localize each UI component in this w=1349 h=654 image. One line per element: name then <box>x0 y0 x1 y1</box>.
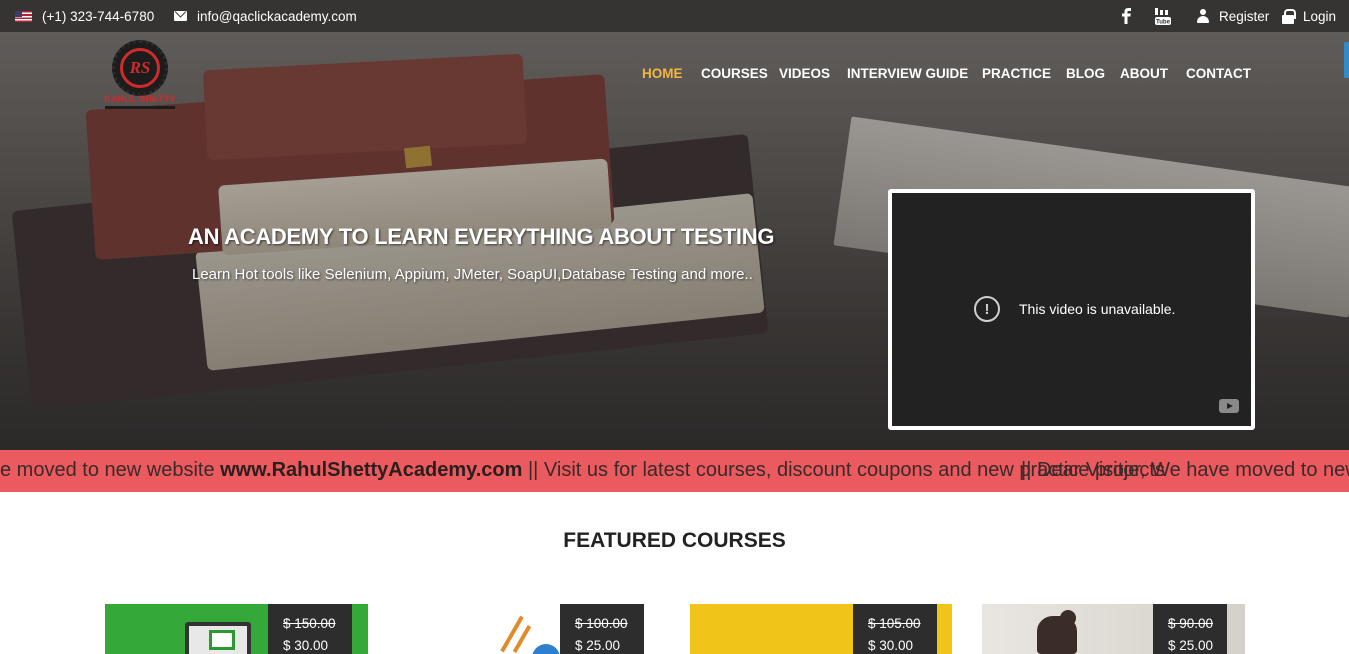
nav-interview-guide[interactable]: INTERVIEW GUIDE <box>847 66 968 84</box>
site-logo[interactable]: RS RAHUL SHETTY <box>103 40 177 112</box>
envelope-icon <box>174 0 187 32</box>
nav-contact[interactable]: CONTACT <box>1186 66 1251 84</box>
course-card[interactable]: $ 105.00 $ 30.00 <box>690 604 952 654</box>
course-card[interactable]: $ 100.00 $ 25.00 <box>470 604 645 654</box>
current-price: $ 25.00 <box>1168 638 1214 653</box>
video-player[interactable]: ! This video is unavailable. <box>888 189 1255 430</box>
register-link[interactable]: Register <box>1219 0 1269 32</box>
warning-icon: ! <box>974 296 1000 322</box>
course-image <box>470 604 560 654</box>
youtube-icon[interactable]: Tube <box>1155 0 1171 32</box>
video-unavailable-message: This video is unavailable. <box>1019 301 1176 317</box>
marquee-text: e moved to new website www.RahulShettyAc… <box>0 459 1165 481</box>
user-icon <box>1196 0 1210 32</box>
side-tab[interactable] <box>1344 42 1349 78</box>
nav-videos[interactable]: VIDEOS <box>779 66 830 84</box>
price-tag: $ 90.00 $ 25.00 <box>1153 604 1227 654</box>
svg-text:Tube: Tube <box>1156 19 1171 25</box>
us-flag-icon <box>15 0 32 32</box>
price-tag: $ 100.00 $ 25.00 <box>560 604 644 654</box>
old-price: $ 150.00 <box>283 616 336 631</box>
youtube-logo-icon[interactable] <box>1219 399 1239 413</box>
nav-blog[interactable]: BLOG <box>1066 66 1105 84</box>
nav-home[interactable]: HOME <box>642 66 683 84</box>
old-price: $ 100.00 <box>575 616 628 631</box>
nav-practice[interactable]: PRACTICE <box>982 66 1051 84</box>
current-price: $ 25.00 <box>575 638 621 653</box>
email-link[interactable]: info@qaclickacademy.com <box>197 0 357 32</box>
nav-about[interactable]: ABOUT <box>1120 66 1168 84</box>
featured-courses-title: FEATURED COURSES <box>563 529 786 552</box>
marquee-text-repeat: || Dear Visitor, We have moved to new <box>1021 459 1349 481</box>
top-bar: (+1) 323-744-6780 info@qaclickacademy.co… <box>0 0 1349 32</box>
logo-text: RAHUL SHETTY <box>104 94 176 104</box>
marquee-site-link[interactable]: www.RahulShettyAcademy.com <box>220 459 522 481</box>
login-link[interactable]: Login <box>1303 0 1336 32</box>
current-price: $ 30.00 <box>283 638 329 653</box>
facebook-icon[interactable] <box>1120 0 1132 32</box>
current-price: $ 30.00 <box>868 638 914 653</box>
old-price: $ 105.00 <box>868 616 921 631</box>
course-card[interactable]: $ 150.00 $ 30.00 <box>105 604 368 654</box>
hero-headline: AN ACADEMY TO LEARN EVERYTHING ABOUT TES… <box>188 224 775 249</box>
price-tag: $ 150.00 $ 30.00 <box>268 604 352 654</box>
nav-courses[interactable]: COURSES <box>701 66 768 84</box>
lock-icon <box>1282 0 1296 32</box>
course-card[interactable]: $ 90.00 $ 25.00 <box>982 604 1245 654</box>
announcement-marquee: e moved to new website www.RahulShettyAc… <box>0 450 1349 492</box>
hero-subline: Learn Hot tools like Selenium, Appium, J… <box>192 266 753 283</box>
phone-number: (+1) 323-744-6780 <box>42 8 155 24</box>
price-tag: $ 105.00 $ 30.00 <box>853 604 937 654</box>
old-price: $ 90.00 <box>1168 616 1214 631</box>
